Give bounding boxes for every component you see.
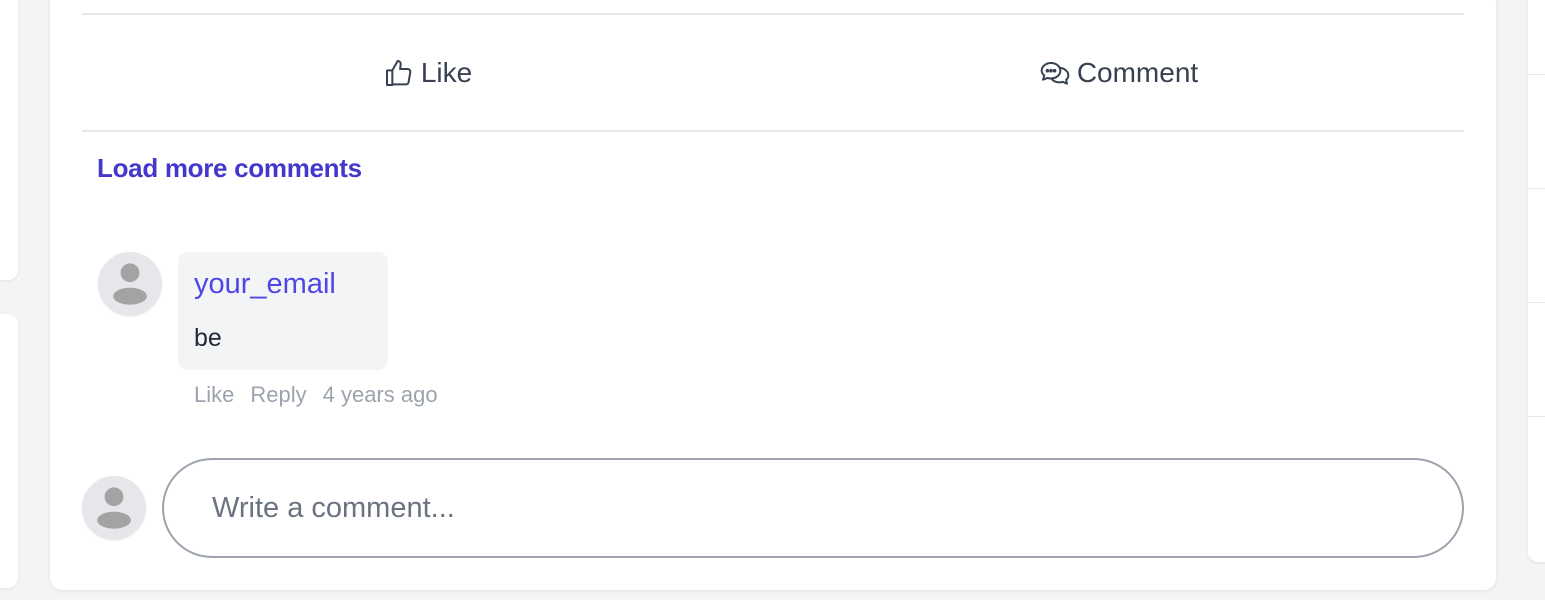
comment-author[interactable]: your_email [194, 268, 336, 301]
comment-meta: Like Reply 4 years ago [194, 382, 438, 408]
like-button[interactable]: Like [82, 16, 773, 130]
divider [1528, 416, 1545, 417]
comment-text: be [194, 324, 222, 352]
comment-timestamp: 4 years ago [322, 382, 438, 407]
divider [82, 13, 1464, 15]
avatar[interactable] [98, 252, 162, 316]
comment-input[interactable] [162, 458, 1464, 558]
divider [1528, 302, 1545, 303]
side-card-left-top [0, 0, 18, 280]
divider [82, 130, 1464, 132]
post-actions: Like Comment [82, 16, 1464, 130]
divider [1528, 188, 1545, 189]
like-button-label: Like [420, 57, 473, 88]
user-placeholder-icon [84, 478, 144, 538]
comment-reply-link[interactable]: Reply [250, 382, 306, 408]
comment-button[interactable]: Comment [773, 16, 1464, 130]
comment-like-link[interactable]: Like [194, 382, 234, 408]
thumbs-up-icon [385, 60, 412, 86]
current-user-avatar [82, 476, 146, 540]
comment-button-label: Comment [1076, 57, 1199, 88]
load-more-comments-link[interactable]: Load more comments [97, 153, 362, 184]
user-placeholder-icon [100, 254, 160, 314]
divider [1528, 74, 1545, 75]
side-card-left-bottom [0, 314, 18, 588]
chat-bubbles-icon [1040, 62, 1070, 85]
side-panel-right [1528, 0, 1545, 562]
post-card: Like Comment Load more comments your_ema… [50, 0, 1496, 590]
comment-bubble: your_email be [178, 252, 388, 370]
